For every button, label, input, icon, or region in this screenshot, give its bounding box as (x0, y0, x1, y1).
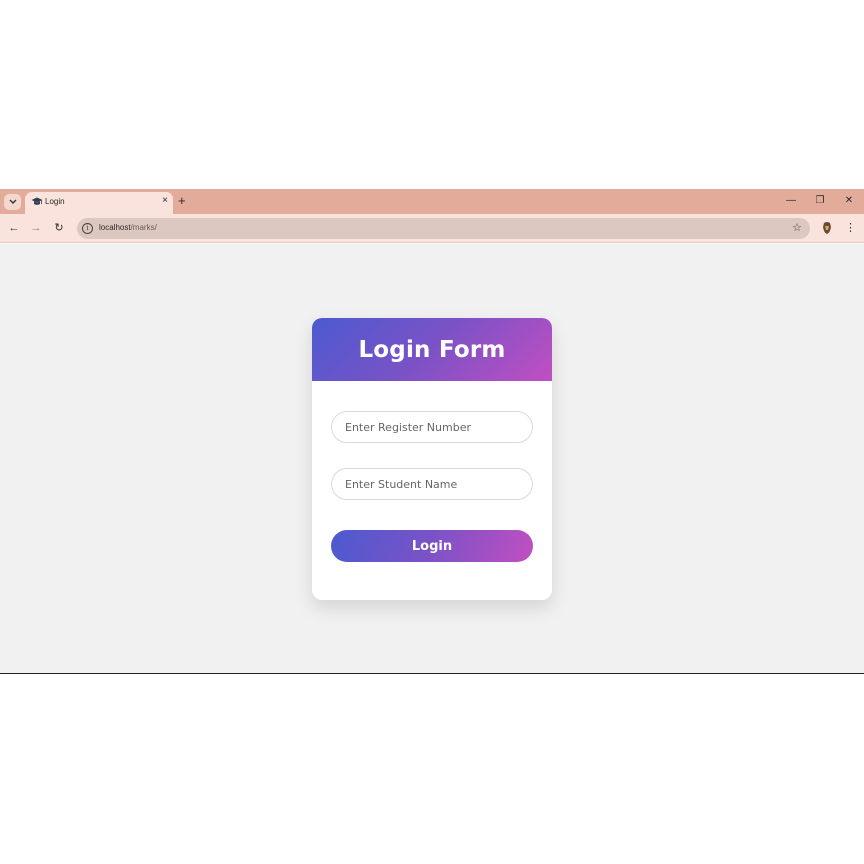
student-name-input[interactable] (331, 468, 533, 500)
new-tab-button[interactable]: + (178, 194, 186, 208)
login-card-header: Login Form (312, 318, 552, 381)
browser-window: Login × + — ❐ ✕ ← → ↻ i localhost/marks/… (0, 189, 864, 675)
address-bar[interactable]: i localhost/marks/ ☆ (77, 218, 810, 239)
tab-strip: Login × + — ❐ ✕ (0, 189, 864, 214)
chevron-down-icon (9, 199, 16, 204)
browser-toolbar: ← → ↻ i localhost/marks/ ☆ ⋮ (0, 214, 864, 243)
graduation-cap-icon (31, 197, 43, 205)
login-button[interactable]: Login (331, 530, 533, 562)
bookmark-star-icon[interactable]: ☆ (792, 221, 802, 234)
minimize-button[interactable]: — (783, 194, 799, 208)
tab-search-button[interactable] (4, 194, 21, 210)
url-host: localhost (99, 223, 131, 232)
restore-button[interactable]: ❐ (812, 194, 828, 208)
tab-title: Login (45, 197, 65, 206)
tab-login[interactable]: Login × (25, 192, 173, 214)
back-button[interactable]: ← (7, 221, 21, 235)
site-info-icon[interactable]: i (82, 223, 93, 234)
forward-button[interactable]: → (29, 221, 43, 235)
tab-close-icon[interactable]: × (162, 195, 168, 207)
login-card: Login Form Login (312, 318, 552, 600)
browser-menu-icon[interactable]: ⋮ (845, 221, 856, 235)
form-title: Login Form (358, 336, 506, 363)
url-text: localhost/marks/ (99, 223, 157, 232)
page-viewport: Login Form Login (0, 244, 864, 674)
extension-icon[interactable] (821, 221, 833, 235)
register-number-input[interactable] (331, 411, 533, 443)
close-window-button[interactable]: ✕ (841, 194, 857, 208)
url-path: /marks/ (130, 223, 157, 232)
reload-button[interactable]: ↻ (52, 221, 66, 235)
